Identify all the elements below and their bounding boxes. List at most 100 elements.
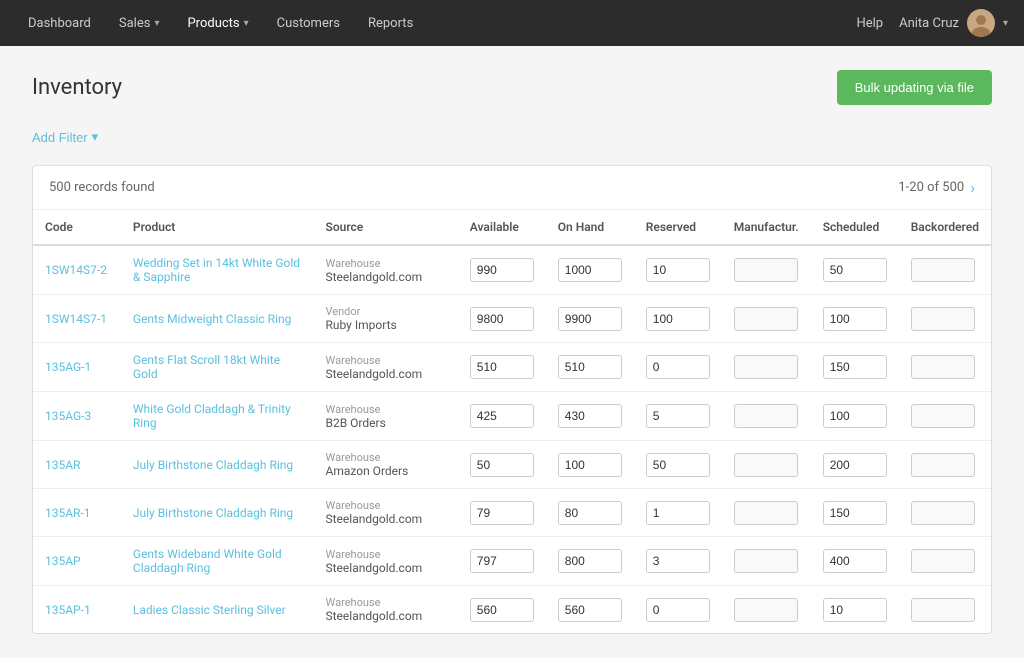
table-row: 135AG-3 White Gold Claddagh & Trinity Rin… xyxy=(33,392,991,441)
onhand-input[interactable] xyxy=(558,258,622,282)
scheduled-input[interactable] xyxy=(823,258,887,282)
reserved-input[interactable] xyxy=(646,307,710,331)
add-filter-button[interactable]: Add Filter ▾ xyxy=(32,125,98,149)
backordered-input[interactable] xyxy=(911,549,975,573)
pagination-next-button[interactable]: › xyxy=(970,178,975,197)
scheduled-input[interactable] xyxy=(823,404,887,428)
user-menu[interactable]: Anita Cruz ▾ xyxy=(899,9,1008,37)
pagination-label: 1-20 of 500 xyxy=(898,180,964,195)
backordered-input[interactable] xyxy=(911,258,975,282)
source-name: Steelandgold.com xyxy=(326,512,446,526)
table-row: 1SW14S7-1 Gents Midweight Classic Ring Ven… xyxy=(33,295,991,343)
col-header-code: Code xyxy=(33,210,121,245)
user-dropdown-icon: ▾ xyxy=(1003,18,1008,29)
table-row: 135AG-1 Gents Flat Scroll 18kt White Gold… xyxy=(33,343,991,392)
available-input[interactable] xyxy=(470,549,534,573)
product-link[interactable]: Ladies Classic Sterling Silver xyxy=(133,603,286,617)
available-input[interactable] xyxy=(470,307,534,331)
col-header-onhand: On Hand xyxy=(546,210,634,245)
scheduled-input[interactable] xyxy=(823,453,887,477)
reserved-input[interactable] xyxy=(646,501,710,525)
code-link[interactable]: 135AG-1 xyxy=(45,360,91,374)
manufactur-input[interactable] xyxy=(734,307,798,331)
source-type: Vendor xyxy=(326,305,446,318)
onhand-input[interactable] xyxy=(558,355,622,379)
table-row: 135AP-1 Ladies Classic Sterling Silver War… xyxy=(33,586,991,634)
bulk-update-button[interactable]: Bulk updating via file xyxy=(837,70,992,105)
nav-label-reports: Reports xyxy=(368,16,413,31)
product-link[interactable]: Gents Flat Scroll 18kt White Gold xyxy=(133,353,280,381)
product-link[interactable]: July Birthstone Claddagh Ring xyxy=(133,458,293,472)
nav-label-customers: Customers xyxy=(277,16,340,31)
available-input[interactable] xyxy=(470,453,534,477)
onhand-input[interactable] xyxy=(558,453,622,477)
available-input[interactable] xyxy=(470,598,534,622)
inventory-table: Code Product Source Available On Hand Re… xyxy=(33,210,991,633)
manufactur-input[interactable] xyxy=(734,355,798,379)
code-link[interactable]: 135AR xyxy=(45,458,80,472)
filter-chevron-icon: ▾ xyxy=(92,129,99,145)
available-input[interactable] xyxy=(470,404,534,428)
backordered-input[interactable] xyxy=(911,598,975,622)
product-link[interactable]: July Birthstone Claddagh Ring xyxy=(133,506,293,520)
reserved-input[interactable] xyxy=(646,258,710,282)
backordered-input[interactable] xyxy=(911,453,975,477)
col-header-product: Product xyxy=(121,210,314,245)
backordered-input[interactable] xyxy=(911,355,975,379)
code-link[interactable]: 1SW14S7-1 xyxy=(45,312,107,326)
nav-item-reports[interactable]: Reports xyxy=(356,0,425,46)
scheduled-input[interactable] xyxy=(823,549,887,573)
scheduled-input[interactable] xyxy=(823,501,887,525)
reserved-input[interactable] xyxy=(646,598,710,622)
backordered-input[interactable] xyxy=(911,404,975,428)
available-input[interactable] xyxy=(470,501,534,525)
help-link[interactable]: Help xyxy=(856,16,883,31)
product-link[interactable]: Gents Midweight Classic Ring xyxy=(133,312,291,326)
products-dropdown-icon: ▾ xyxy=(244,18,249,29)
nav-item-dashboard[interactable]: Dashboard xyxy=(16,0,103,46)
manufactur-input[interactable] xyxy=(734,453,798,477)
backordered-input[interactable] xyxy=(911,501,975,525)
onhand-input[interactable] xyxy=(558,307,622,331)
nav-item-products[interactable]: Products ▾ xyxy=(175,0,260,46)
product-link[interactable]: White Gold Claddagh & Trinity Ring xyxy=(133,402,291,430)
onhand-input[interactable] xyxy=(558,501,622,525)
manufactur-input[interactable] xyxy=(734,404,798,428)
reserved-input[interactable] xyxy=(646,549,710,573)
product-link[interactable]: Gents Wideband White Gold Claddagh Ring xyxy=(133,547,282,575)
source-name: B2B Orders xyxy=(326,416,446,430)
product-link[interactable]: Wedding Set in 14kt White Gold & Sapphir… xyxy=(133,256,300,284)
source-type: Warehouse xyxy=(326,596,446,609)
manufactur-input[interactable] xyxy=(734,549,798,573)
code-link[interactable]: 135AG-3 xyxy=(45,409,91,423)
scheduled-input[interactable] xyxy=(823,355,887,379)
onhand-input[interactable] xyxy=(558,549,622,573)
col-header-scheduled: Scheduled xyxy=(811,210,899,245)
reserved-input[interactable] xyxy=(646,355,710,379)
manufactur-input[interactable] xyxy=(734,258,798,282)
reserved-input[interactable] xyxy=(646,404,710,428)
manufactur-input[interactable] xyxy=(734,598,798,622)
inventory-table-container: 500 records found 1-20 of 500 › Code Pro… xyxy=(32,165,992,634)
source-type: Warehouse xyxy=(326,403,446,416)
table-info-bar: 500 records found 1-20 of 500 › xyxy=(33,166,991,210)
navbar-right: Help Anita Cruz ▾ xyxy=(856,9,1008,37)
code-link[interactable]: 135AP-1 xyxy=(45,603,91,617)
onhand-input[interactable] xyxy=(558,598,622,622)
source-type: Warehouse xyxy=(326,451,446,464)
code-link[interactable]: 135AP xyxy=(45,554,81,568)
available-input[interactable] xyxy=(470,258,534,282)
manufactur-input[interactable] xyxy=(734,501,798,525)
code-link[interactable]: 1SW14S7-2 xyxy=(45,263,107,277)
scheduled-input[interactable] xyxy=(823,307,887,331)
nav-item-sales[interactable]: Sales ▾ xyxy=(107,0,172,46)
available-input[interactable] xyxy=(470,355,534,379)
code-link[interactable]: 135AR-1 xyxy=(45,506,91,520)
backordered-input[interactable] xyxy=(911,307,975,331)
reserved-input[interactable] xyxy=(646,453,710,477)
scheduled-input[interactable] xyxy=(823,598,887,622)
onhand-input[interactable] xyxy=(558,404,622,428)
source-name: Steelandgold.com xyxy=(326,270,446,284)
col-header-backordered: Backordered xyxy=(899,210,991,245)
nav-item-customers[interactable]: Customers xyxy=(265,0,352,46)
